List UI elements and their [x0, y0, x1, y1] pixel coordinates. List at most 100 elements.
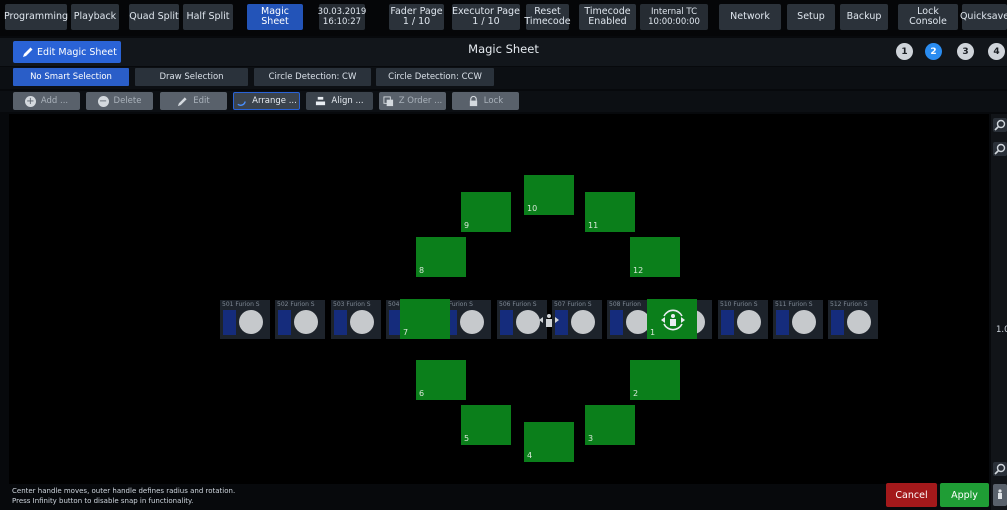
- fixture-color-swatch: [831, 310, 844, 335]
- top-toolbar: Programming Playback Quad Split Half Spl…: [0, 0, 1007, 36]
- help-line-1: Center handle moves, outer handle define…: [12, 487, 236, 495]
- delete-button[interactable]: − Delete: [86, 92, 153, 110]
- align-button[interactable]: Align ...: [306, 92, 373, 110]
- align-icon: [316, 96, 326, 105]
- group-number: 2: [633, 389, 639, 398]
- fixture-tile[interactable]: 510 Furion S: [718, 300, 768, 339]
- fixture-label: 507 Furion S: [554, 301, 592, 308]
- arrange-button[interactable]: Arrange ...: [233, 92, 300, 110]
- fixture-beam-icon: [239, 310, 263, 334]
- plus-icon: +: [24, 95, 36, 107]
- fixture-color-swatch: [610, 310, 623, 335]
- draw-selection-button[interactable]: Draw Selection: [135, 68, 248, 86]
- fixture-label: 501 Furion S: [222, 301, 260, 308]
- group-square-6[interactable]: 6: [416, 360, 466, 400]
- lock-icon: [469, 95, 477, 106]
- group-square-2[interactable]: 2: [630, 360, 680, 400]
- fixture-label: 506 Furion S: [499, 301, 537, 308]
- group-number: 4: [527, 451, 533, 460]
- quad-split-button[interactable]: Quad Split: [129, 4, 179, 30]
- page-3-button[interactable]: 3: [957, 43, 974, 60]
- fixture-tile[interactable]: 512 Furion S: [828, 300, 878, 339]
- group-number: 9: [464, 221, 470, 230]
- group-square-7[interactable]: 7: [400, 299, 450, 339]
- playback-button[interactable]: Playback: [71, 4, 119, 30]
- fixture-tile[interactable]: 502 Furion S: [275, 300, 325, 339]
- z-order-icon: [383, 95, 393, 106]
- page-1-button[interactable]: 1: [896, 43, 913, 60]
- arrange-icon: [237, 100, 246, 106]
- group-number: 3: [588, 434, 594, 443]
- datetime-display: 30.03.2019 16:10:27: [318, 4, 366, 30]
- group-square-12[interactable]: 12: [630, 237, 680, 277]
- page-2-button[interactable]: 2: [925, 43, 942, 60]
- group-square-10[interactable]: 10: [524, 175, 574, 215]
- group-number: 7: [403, 328, 409, 337]
- edit-button[interactable]: Edit: [160, 92, 227, 110]
- move-handle-icon[interactable]: [993, 484, 1007, 506]
- fixture-tile[interactable]: 503 Furion S: [331, 300, 381, 339]
- group-square-11[interactable]: 11: [585, 192, 635, 232]
- help-line-2: Press Infinity button to disable snap in…: [12, 497, 194, 505]
- fixture-color-swatch: [278, 310, 291, 335]
- fixture-beam-icon: [847, 310, 871, 334]
- z-order-button[interactable]: Z Order ...: [379, 92, 446, 110]
- group-square-5[interactable]: 5: [461, 405, 511, 445]
- programming-button[interactable]: Programming: [4, 4, 68, 30]
- group-number: 8: [419, 266, 425, 275]
- group-square-8[interactable]: 8: [416, 237, 466, 277]
- lock-button[interactable]: Lock: [452, 92, 519, 110]
- cancel-button[interactable]: Cancel: [886, 483, 937, 507]
- right-sidebar: [991, 114, 1007, 510]
- apply-button[interactable]: Apply: [940, 483, 989, 507]
- fixture-label: 510 Furion S: [720, 301, 758, 308]
- magic-sheet-button[interactable]: Magic Sheet: [247, 4, 303, 30]
- zoom-fit-icon[interactable]: [993, 462, 1007, 476]
- executor-page-button[interactable]: Executor Page 1 / 10: [452, 4, 520, 30]
- setup-button[interactable]: Setup: [787, 4, 835, 30]
- circle-detection-ccw-button[interactable]: Circle Detection: CCW: [376, 68, 494, 86]
- group-square-4[interactable]: 4: [524, 422, 574, 462]
- add-button[interactable]: + Add ...: [13, 92, 80, 110]
- lock-label: Lock: [483, 96, 504, 106]
- zoom-in-icon[interactable]: [993, 118, 1007, 132]
- fixture-label: 502 Furion S: [277, 301, 315, 308]
- edit-label: Edit: [193, 96, 210, 106]
- fixture-color-swatch: [776, 310, 789, 335]
- group-number: 6: [419, 389, 425, 398]
- fixture-label: 508 Furion: [609, 301, 641, 308]
- delete-label: Delete: [113, 96, 142, 106]
- group-square-3[interactable]: 3: [585, 405, 635, 445]
- reset-timecode-button[interactable]: Reset Timecode: [524, 4, 571, 30]
- minus-icon: −: [97, 95, 109, 107]
- lock-console-button[interactable]: Lock Console: [898, 4, 958, 30]
- group-number: 5: [464, 434, 470, 443]
- fixture-beam-icon: [737, 310, 761, 334]
- backup-button[interactable]: Backup: [840, 4, 888, 30]
- network-button[interactable]: Network: [719, 4, 781, 30]
- pencil-icon: [178, 96, 187, 106]
- fixture-color-swatch: [223, 310, 236, 335]
- fader-page-button[interactable]: Fader Page 1 / 10: [389, 4, 444, 30]
- circle-detection-cw-button[interactable]: Circle Detection: CW: [254, 68, 371, 86]
- fixture-tile[interactable]: 511 Furion S: [773, 300, 823, 339]
- group-square-9[interactable]: 9: [461, 192, 511, 232]
- fixture-tile[interactable]: 501 Furion S: [220, 300, 270, 339]
- center-handle-icon[interactable]: [537, 311, 561, 329]
- page-4-button[interactable]: 4: [988, 43, 1005, 60]
- zoom-out-icon[interactable]: [993, 142, 1007, 156]
- fixture-color-swatch: [721, 310, 734, 335]
- help-text: Center handle moves, outer handle define…: [12, 486, 235, 506]
- timecode-enabled-button[interactable]: Timecode Enabled: [579, 4, 636, 30]
- fixture-beam-icon: [294, 310, 318, 334]
- fixture-beam-icon: [350, 310, 374, 334]
- arrange-label: Arrange ...: [252, 96, 297, 106]
- rotation-handle-icon[interactable]: [659, 306, 687, 334]
- quicksave-button[interactable]: Quicksave: [960, 4, 1007, 30]
- half-split-button[interactable]: Half Split: [183, 4, 233, 30]
- no-smart-selection-button[interactable]: No Smart Selection: [13, 68, 129, 86]
- fixture-label: 511 Furion S: [775, 301, 813, 308]
- group-number: 10: [527, 204, 538, 213]
- page-title: Magic Sheet: [468, 42, 539, 56]
- fixture-label: 504: [388, 301, 400, 308]
